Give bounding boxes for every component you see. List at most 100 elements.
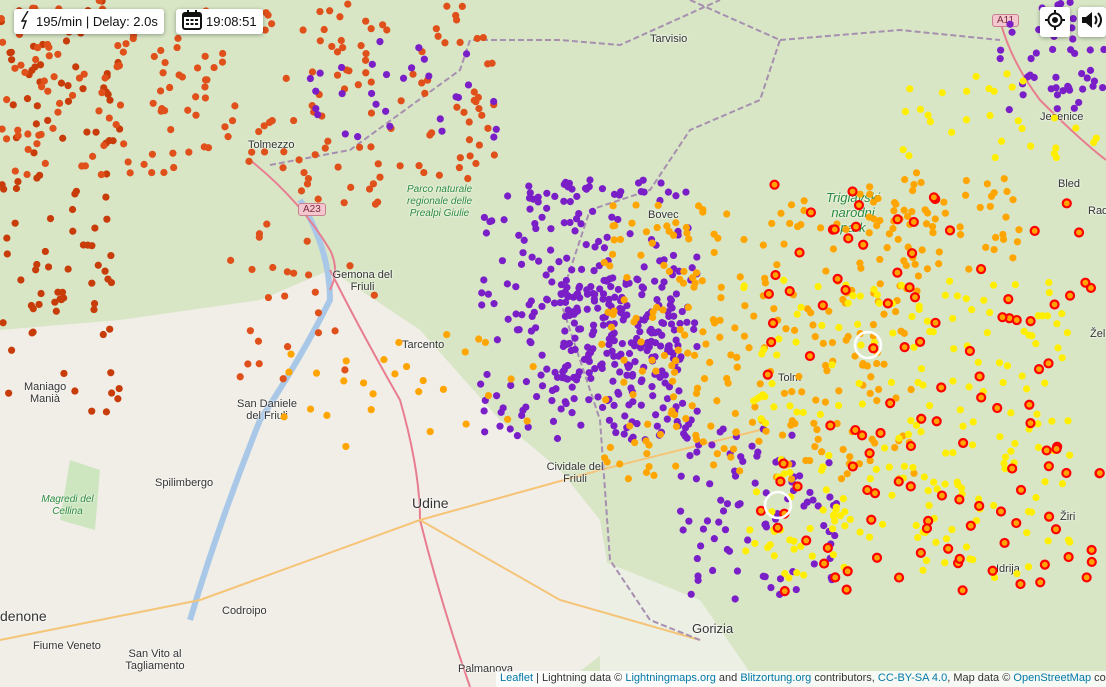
strike-marker bbox=[974, 358, 982, 366]
strike-marker bbox=[24, 130, 32, 138]
strike-marker bbox=[808, 552, 816, 560]
strike-marker bbox=[968, 306, 976, 314]
strike-marker bbox=[710, 461, 718, 469]
map[interactable]: Tarvisio Jesenice Tolmezzo Bovec Bled Ge… bbox=[0, 0, 1106, 687]
strike-marker bbox=[367, 406, 375, 414]
osm-link[interactable]: OpenStreetMap bbox=[1013, 672, 1091, 684]
strike-marker bbox=[36, 171, 44, 179]
strike-marker bbox=[609, 202, 617, 210]
strike-marker bbox=[672, 219, 680, 227]
strike-marker bbox=[664, 188, 673, 196]
strike-marker bbox=[948, 128, 956, 136]
strike-marker bbox=[968, 441, 977, 449]
recent-strike-marker bbox=[1043, 358, 1054, 369]
strike-marker bbox=[34, 44, 42, 52]
recent-strike-marker bbox=[882, 298, 893, 309]
strike-marker bbox=[1008, 83, 1016, 91]
strike-marker bbox=[761, 419, 770, 427]
blitzortung-link[interactable]: Blitzortung.org bbox=[740, 672, 811, 684]
strike-marker bbox=[361, 56, 370, 64]
strike-marker bbox=[746, 526, 754, 534]
recent-strike-marker bbox=[909, 292, 921, 303]
strike-marker bbox=[956, 231, 965, 239]
strike-marker bbox=[873, 397, 881, 405]
strike-marker bbox=[685, 517, 693, 525]
recent-strike-marker bbox=[944, 225, 956, 236]
rate-delay-control[interactable]: 195/min | Delay: 2.0s bbox=[14, 9, 164, 34]
strike-marker bbox=[679, 279, 688, 287]
strike-marker bbox=[464, 174, 472, 183]
strike-marker bbox=[524, 423, 532, 431]
strike-marker bbox=[420, 55, 428, 63]
strike-marker bbox=[255, 127, 263, 136]
strike-marker bbox=[1045, 288, 1053, 297]
sound-button[interactable] bbox=[1078, 7, 1106, 37]
strike-marker bbox=[713, 450, 721, 458]
locate-button[interactable] bbox=[1040, 7, 1070, 37]
strike-marker bbox=[603, 276, 612, 284]
strike-marker bbox=[885, 463, 893, 471]
strike-marker bbox=[500, 216, 508, 224]
strike-marker bbox=[928, 222, 937, 231]
license-link[interactable]: CC-BY-SA 4.0 bbox=[878, 672, 947, 684]
recent-strike-marker bbox=[805, 207, 817, 218]
strike-marker bbox=[717, 283, 725, 291]
strike-marker bbox=[340, 199, 348, 207]
strike-marker bbox=[924, 111, 932, 119]
strike-marker bbox=[841, 508, 849, 516]
strike-marker bbox=[620, 378, 628, 386]
strike-marker bbox=[72, 63, 80, 71]
strike-marker bbox=[611, 221, 619, 230]
strike-marker bbox=[700, 375, 709, 383]
strike-marker bbox=[589, 289, 597, 298]
recent-strike-marker bbox=[976, 392, 987, 403]
strike-marker bbox=[1026, 71, 1034, 79]
strike-marker bbox=[795, 372, 803, 381]
strike-marker bbox=[518, 311, 526, 319]
strike-marker bbox=[1033, 410, 1041, 418]
strike-marker bbox=[865, 533, 874, 541]
strike-marker bbox=[590, 267, 598, 275]
strike-marker bbox=[407, 64, 416, 72]
attribution: Leaflet | Lightning data © Lightningmaps… bbox=[496, 671, 1106, 687]
strike-marker bbox=[562, 276, 570, 285]
strike-marker bbox=[900, 329, 908, 337]
strike-marker bbox=[914, 272, 923, 280]
strike-marker bbox=[991, 233, 1000, 242]
strike-marker bbox=[999, 378, 1007, 387]
strike-marker bbox=[101, 267, 109, 275]
strike-marker bbox=[167, 125, 175, 134]
recent-strike-marker bbox=[1041, 445, 1052, 456]
strike-marker bbox=[653, 422, 661, 430]
leaflet-link[interactable]: Leaflet bbox=[500, 672, 533, 684]
strike-marker bbox=[953, 478, 961, 486]
time-control[interactable]: 19:08:51 bbox=[176, 9, 263, 34]
strike-marker bbox=[354, 133, 362, 141]
strike-marker bbox=[465, 136, 474, 144]
strike-marker bbox=[519, 249, 527, 257]
strike-marker bbox=[985, 84, 993, 93]
lightningmaps-link[interactable]: Lightningmaps.org bbox=[625, 672, 716, 684]
strike-marker bbox=[14, 177, 22, 186]
strike-marker bbox=[324, 137, 332, 145]
strike-marker bbox=[570, 319, 578, 327]
strike-marker bbox=[731, 324, 739, 332]
strike-marker bbox=[297, 187, 306, 195]
recent-strike-marker bbox=[1086, 544, 1097, 556]
strike-marker bbox=[59, 134, 67, 142]
strike-marker bbox=[649, 308, 657, 316]
strike-marker bbox=[788, 388, 796, 396]
strike-marker bbox=[632, 201, 640, 209]
strike-marker bbox=[770, 403, 778, 411]
strike-marker bbox=[688, 402, 696, 410]
strike-marker bbox=[667, 320, 676, 328]
recent-strike-marker bbox=[921, 523, 933, 534]
strike-marker bbox=[614, 388, 622, 396]
strike-marker bbox=[1027, 54, 1035, 63]
strike-marker bbox=[639, 284, 648, 292]
strike-marker bbox=[775, 335, 783, 343]
strike-marker bbox=[716, 428, 724, 436]
strike-marker bbox=[587, 283, 595, 291]
strike-marker bbox=[561, 327, 569, 335]
strike-marker bbox=[791, 419, 799, 428]
